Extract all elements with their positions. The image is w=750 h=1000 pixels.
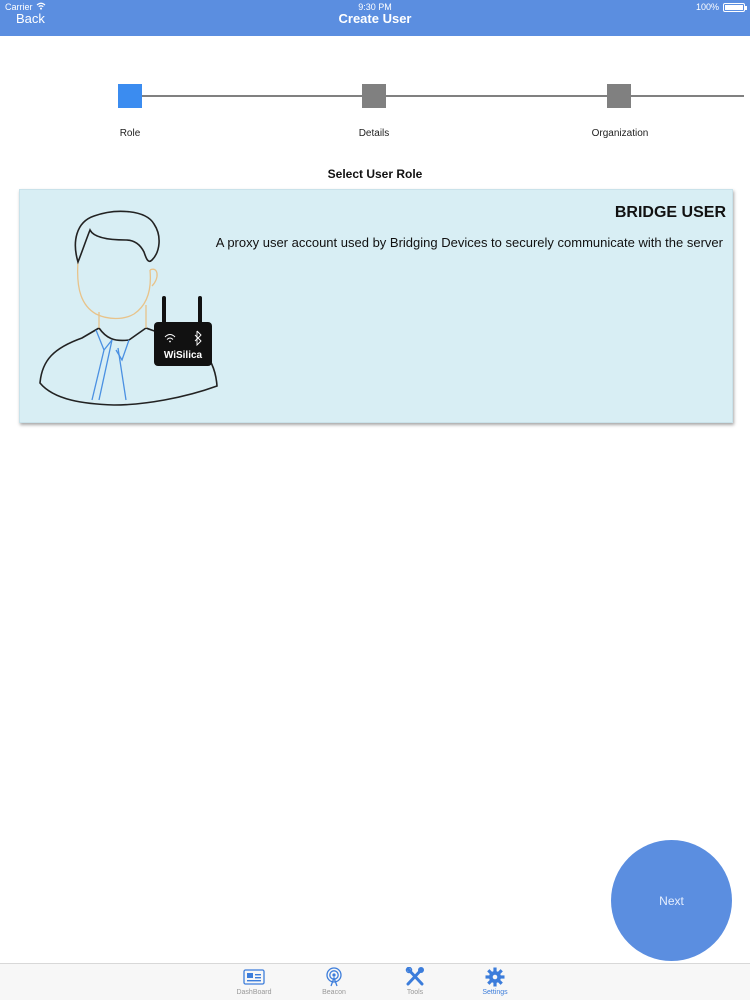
nav-bar: Carrier 9:30 PM 100% Back Create User [0,0,750,36]
step-details-indicator [362,84,386,108]
tab-settings-label: Settings [482,989,508,996]
role-title: BRIDGE USER [614,204,726,221]
step-role-indicator [118,84,142,108]
beacon-icon [323,967,345,987]
device-brand-text: WiSilica [164,350,203,361]
step-details-label: Details [358,128,390,139]
next-button[interactable]: Next [611,840,732,961]
settings-gear-icon [484,967,506,987]
tools-icon [404,966,426,987]
bridge-user-illustration: WiSilica [34,200,224,415]
tab-tools[interactable]: Tools [385,966,445,999]
page-title: Create User [338,11,412,26]
tab-bar: DashBoard Beacon Tools Settings [0,963,750,1000]
create-user-screen: Carrier 9:30 PM 100% Back Create User Ro… [0,0,750,1000]
progress-stepper: Role Details Organization [0,80,750,150]
tab-tools-label: Tools [406,989,424,996]
step-organization-label: Organization [591,128,649,139]
tab-beacon-label: Beacon [322,989,346,996]
bridge-user-role-card[interactable]: WiSilica BRIDGE USER A proxy user accoun… [19,189,733,423]
tab-dashboard[interactable]: DashBoard [224,967,284,999]
stepper-line [141,95,744,97]
tab-settings[interactable]: Settings [465,967,525,999]
step-role-label: Role [119,128,141,139]
tab-dashboard-label: DashBoard [236,989,272,996]
tab-beacon[interactable]: Beacon [304,967,364,999]
role-description: A proxy user account used by Bridging De… [215,235,723,250]
step-organization-indicator [607,84,631,108]
dashboard-icon [243,967,265,987]
section-title: Select User Role [327,167,423,181]
